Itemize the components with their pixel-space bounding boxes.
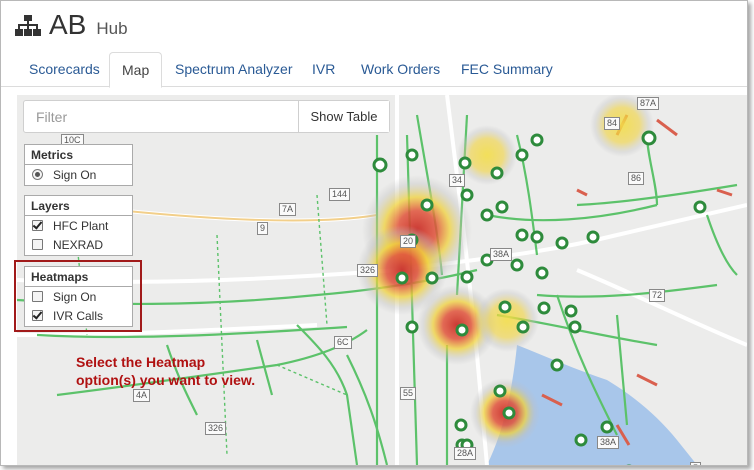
road-label: 72 [649, 289, 666, 302]
road-label: 38A [490, 248, 513, 261]
radio-icon[interactable] [32, 169, 43, 180]
layer-label: HFC Plant [53, 218, 109, 233]
tab-work-orders[interactable]: Work Orders [349, 52, 452, 86]
layer-hfc-plant[interactable]: HFC Plant [25, 216, 132, 235]
tab-fec-summary[interactable]: FEC Summary [449, 52, 565, 86]
metrics-option-sign-on[interactable]: Sign On [25, 165, 132, 184]
road-label: 84 [604, 117, 621, 130]
layers-panel-title: Layers [25, 196, 132, 216]
tab-map[interactable]: Map [109, 52, 163, 88]
road-label: 20 [400, 235, 417, 248]
tab-ivr[interactable]: IVR [300, 52, 347, 86]
road-label: 5 [690, 462, 702, 465]
road-label: 87A [637, 97, 660, 110]
page-subtitle: Hub [96, 19, 128, 38]
road-label: 28A [454, 447, 477, 460]
road-label: 9 [257, 222, 269, 235]
callout-text: Select the Heatmap option(s) you want to… [76, 354, 256, 388]
tab-bar: Scorecards Map Spectrum Analyzer IVR Wor… [1, 52, 747, 88]
app-window: AB Hub Scorecards Map Spectrum Analyzer … [0, 0, 748, 466]
page-title: AB [49, 9, 87, 40]
road-label: 34 [449, 174, 466, 187]
road-label: 7A [279, 203, 297, 216]
metrics-panel-title: Metrics [25, 145, 132, 165]
metrics-panel: Metrics Sign On [24, 144, 133, 186]
sitemap-icon [15, 15, 41, 36]
road-label: 326 [205, 422, 227, 435]
filter-bar: Show Table [23, 100, 390, 133]
tab-spectrum-analyzer[interactable]: Spectrum Analyzer [163, 52, 305, 86]
checkbox-icon[interactable] [32, 239, 43, 250]
checkbox-icon[interactable] [32, 220, 43, 231]
layer-nexrad[interactable]: NEXRAD [25, 235, 132, 254]
heatmaps-highlight-box [14, 260, 142, 332]
tab-scorecards[interactable]: Scorecards [17, 52, 112, 86]
filter-input[interactable] [24, 101, 298, 132]
road-label: 4A [133, 389, 151, 402]
road-label: 38A [597, 436, 620, 449]
road-label: 144 [329, 188, 351, 201]
road-label: 86 [628, 172, 645, 185]
layer-label: NEXRAD [53, 237, 104, 252]
road-label: 55 [400, 387, 417, 400]
page-header: AB Hub [15, 9, 128, 45]
road-label: 326 [357, 264, 379, 277]
metrics-option-label: Sign On [53, 167, 97, 182]
show-table-button[interactable]: Show Table [298, 101, 389, 132]
road-label: 6C [334, 336, 352, 349]
layers-panel: Layers HFC Plant NEXRAD [24, 195, 133, 256]
